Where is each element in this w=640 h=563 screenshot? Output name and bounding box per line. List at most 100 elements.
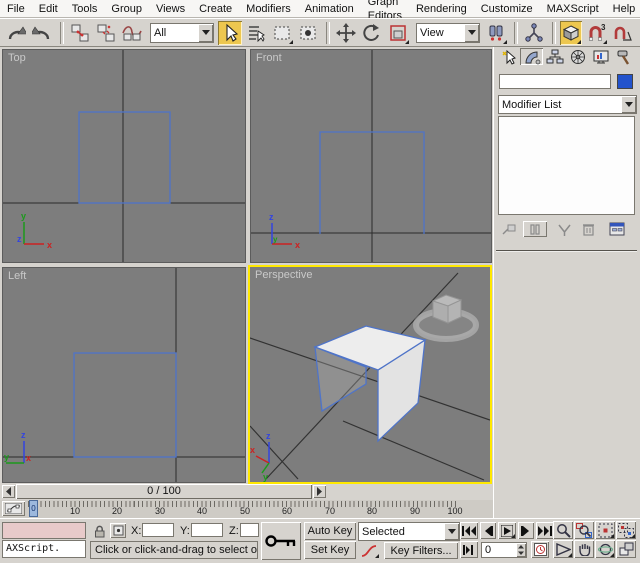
track-bar[interactable]: 0 10 20 30 40 50 60 70 80 90 100 0 (0, 500, 493, 519)
select-and-scale-button[interactable] (386, 21, 410, 45)
selection-lock-toggle[interactable] (93, 524, 106, 538)
snaps-toggle-button[interactable] (560, 21, 582, 45)
go-to-end-button[interactable] (536, 522, 554, 539)
menu-customize[interactable]: Customize (474, 1, 540, 17)
tab-motion[interactable] (566, 48, 589, 65)
select-and-link-button[interactable] (68, 21, 92, 45)
go-to-start-icon (462, 526, 476, 536)
reference-coordinate-dropdown[interactable]: View (416, 23, 480, 43)
percent-snap-toggle-button[interactable]: % (636, 21, 640, 45)
go-to-start-button[interactable] (460, 522, 478, 539)
auto-key-button[interactable]: Auto Key (304, 522, 356, 540)
window-crossing-button[interactable] (296, 21, 320, 45)
dropdown-arrow-icon[interactable] (621, 96, 636, 113)
viewport-top-label[interactable]: Top (8, 52, 26, 64)
time-slider-handle[interactable]: 0 / 100 (16, 484, 312, 499)
dropdown-arrow-icon[interactable] (464, 24, 479, 42)
menu-animation[interactable]: Animation (298, 1, 361, 17)
pin-stack-button[interactable] (498, 221, 520, 237)
zoom-extents-button[interactable] (595, 521, 615, 539)
key-mode-toggle-button[interactable] (460, 541, 478, 558)
y-coordinate-field[interactable] (191, 523, 223, 537)
set-key-button[interactable]: Set Key (304, 541, 356, 559)
show-end-result-button[interactable] (523, 221, 547, 237)
set-keys-button[interactable] (261, 522, 301, 560)
viewport-left-label[interactable]: Left (8, 270, 26, 282)
field-of-view-icon (556, 543, 571, 556)
viewport-front[interactable]: Front z x y (250, 49, 492, 263)
make-unique-button[interactable] (553, 221, 575, 237)
redo-button[interactable] (30, 21, 54, 45)
field-of-view-button[interactable] (553, 540, 573, 558)
zoom-extents-all-button[interactable] (616, 521, 636, 539)
object-name-field[interactable] (499, 74, 611, 89)
unlink-selection-icon (96, 23, 116, 43)
viewport-perspective[interactable]: Perspective (248, 265, 492, 484)
table-object[interactable] (315, 326, 425, 441)
menu-tools[interactable]: Tools (65, 1, 105, 17)
angle-snap-toggle-button[interactable] (610, 21, 634, 45)
viewport-left[interactable]: Left z y x (2, 267, 246, 483)
tab-hierarchy[interactable] (543, 48, 566, 65)
remove-modifier-button[interactable] (577, 221, 599, 237)
menu-create[interactable]: Create (192, 1, 239, 17)
use-pivot-point-center-button[interactable] (484, 21, 508, 45)
menu-modifiers[interactable]: Modifiers (239, 1, 298, 17)
current-frame-field[interactable]: 0 (481, 542, 527, 558)
viewport-front-label[interactable]: Front (256, 52, 282, 64)
bind-to-space-warp-button[interactable] (120, 21, 144, 45)
select-by-name-button[interactable] (244, 21, 268, 45)
menu-edit[interactable]: Edit (32, 1, 65, 17)
menu-group[interactable]: Group (104, 1, 149, 17)
tab-display[interactable] (589, 48, 612, 65)
maxscript-mini-listener-pink[interactable] (2, 522, 86, 539)
table-object-wireframe-left[interactable] (74, 353, 176, 457)
dropdown-arrow-icon[interactable] (444, 523, 459, 540)
tab-create[interactable] (497, 48, 520, 65)
modifier-stack-list[interactable] (498, 116, 635, 215)
configure-modifier-sets-button[interactable] (606, 221, 628, 237)
key-filters-button[interactable]: Key Filters... (384, 542, 458, 559)
z-coordinate-field[interactable] (240, 523, 259, 537)
viewport-top[interactable]: Top y x z (2, 49, 246, 263)
absolute-mode-toggle[interactable] (110, 523, 126, 538)
arc-rotate-button[interactable] (595, 540, 615, 558)
viewport-perspective-label[interactable]: Perspective (255, 269, 312, 281)
selection-region-button[interactable] (270, 21, 294, 45)
tab-modify[interactable] (520, 48, 543, 65)
previous-frame-arrow[interactable] (2, 485, 15, 498)
selection-filter-dropdown[interactable]: All (150, 23, 214, 43)
menu-rendering[interactable]: Rendering (409, 1, 474, 17)
pan-view-button[interactable] (574, 540, 594, 558)
x-coordinate-field[interactable] (142, 523, 174, 537)
menu-help[interactable]: Help (606, 1, 640, 17)
previous-frame-button[interactable] (480, 522, 496, 539)
modifier-list-dropdown[interactable]: Modifier List (498, 95, 637, 114)
next-frame-button[interactable] (518, 522, 534, 539)
select-and-rotate-button[interactable] (360, 21, 384, 45)
next-frame-arrow[interactable] (313, 485, 326, 498)
box-object-wireframe-top[interactable] (79, 112, 170, 203)
zoom-all-button[interactable] (574, 521, 594, 539)
zoom-button[interactable] (553, 521, 573, 539)
menu-maxscript[interactable]: MAXScript (540, 1, 606, 17)
default-tangents-button[interactable] (358, 542, 380, 559)
menu-views[interactable]: Views (149, 1, 192, 17)
play-animation-button[interactable] (498, 522, 516, 539)
select-and-move-button[interactable] (334, 21, 358, 45)
snap-toggle-button[interactable]: 3 (584, 21, 608, 45)
key-mode-dropdown[interactable]: Selected (358, 522, 460, 541)
frame-spinner[interactable] (516, 543, 526, 557)
maxscript-mini-listener-white[interactable]: AXScript. (2, 540, 86, 558)
tab-utilities[interactable] (612, 48, 635, 65)
object-color-swatch[interactable] (617, 74, 633, 89)
menu-file[interactable]: File (0, 1, 32, 17)
time-configuration-button[interactable] (531, 541, 549, 558)
min-max-toggle-button[interactable] (616, 540, 636, 558)
dropdown-arrow-icon[interactable] (198, 24, 213, 42)
select-and-manipulate-button[interactable] (522, 21, 546, 45)
select-object-button[interactable] (218, 21, 242, 45)
undo-button[interactable] (4, 21, 28, 45)
unlink-selection-button[interactable] (94, 21, 118, 45)
current-frame-marker[interactable]: 0 (29, 500, 38, 517)
